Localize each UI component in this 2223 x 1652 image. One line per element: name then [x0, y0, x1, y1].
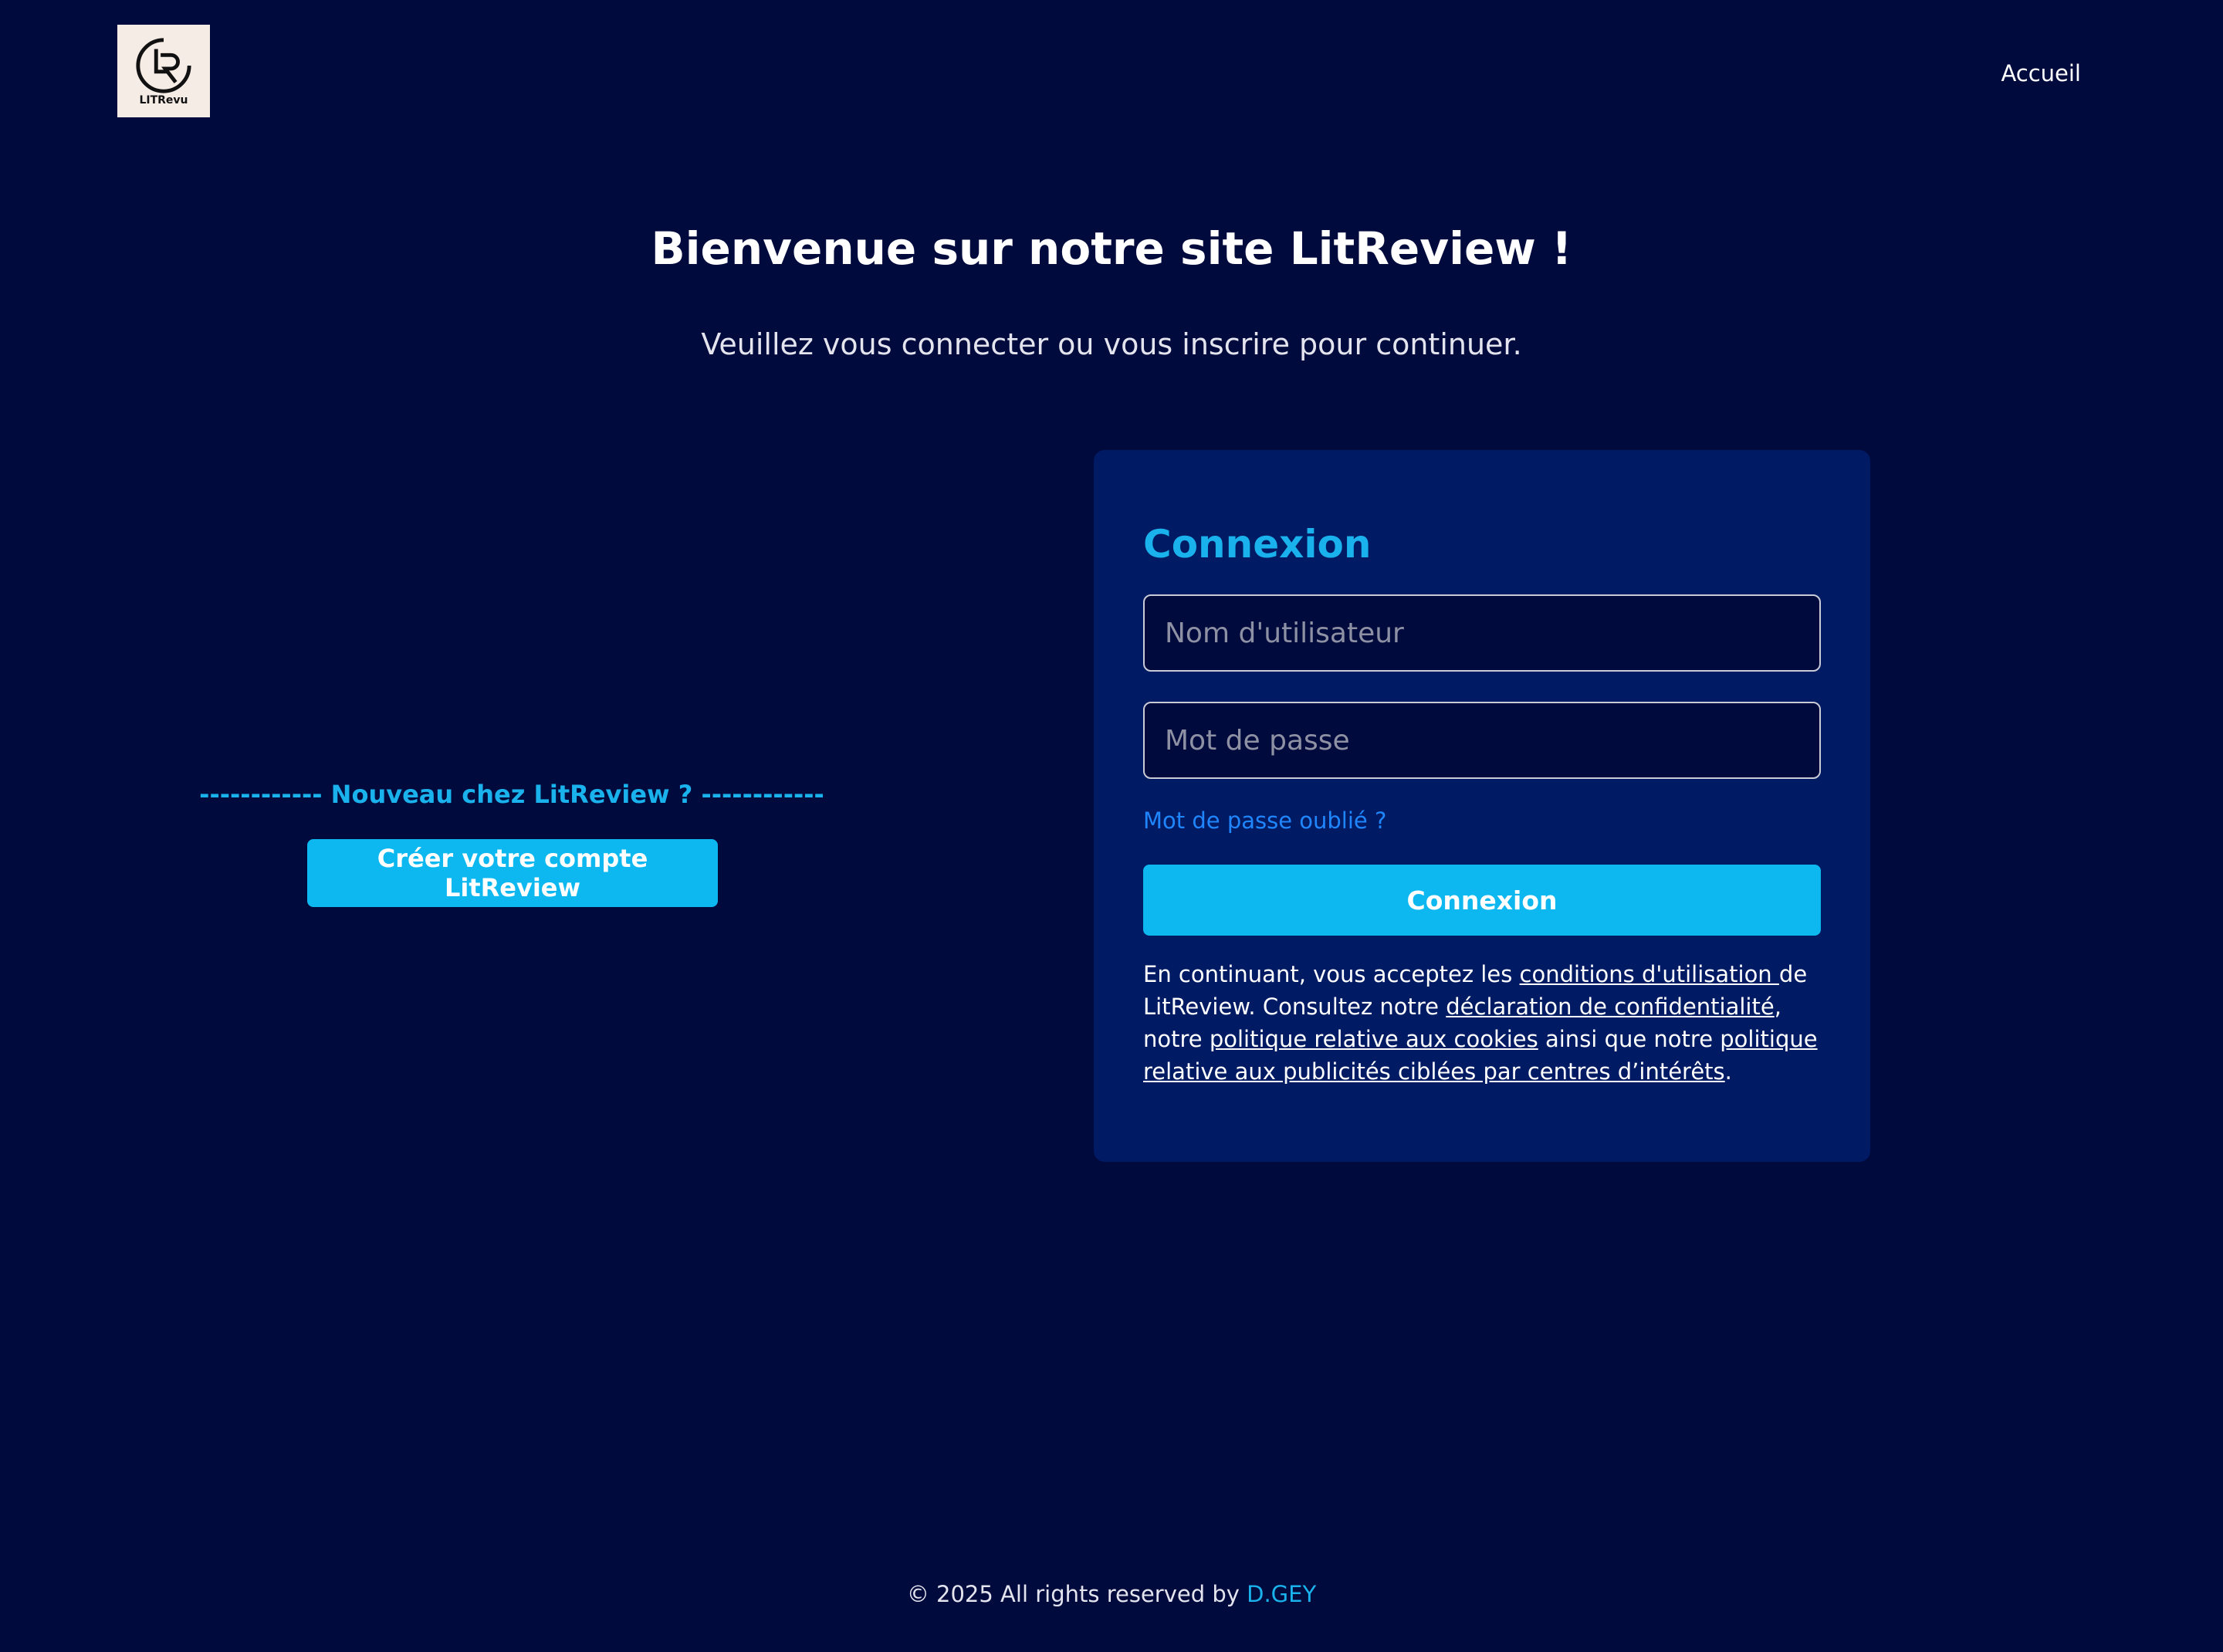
logo-text: LITRevu: [139, 94, 188, 107]
login-title: Connexion: [1143, 522, 1372, 567]
litrevu-logo[interactable]: LITRevu: [117, 25, 210, 117]
username-input[interactable]: [1143, 594, 1821, 672]
login-button[interactable]: Connexion: [1143, 865, 1821, 936]
page-title: Bienvenue sur notre site LitReview !: [651, 222, 1572, 275]
legal-text-part: .: [1724, 1058, 1732, 1085]
nav-home-link[interactable]: Accueil: [2001, 60, 2081, 86]
terms-link[interactable]: conditions d'utilisation: [1520, 961, 1779, 987]
legal-text-part: ainsi que notre: [1538, 1026, 1721, 1052]
litrevu-logo-icon: [136, 38, 191, 93]
password-input[interactable]: [1143, 702, 1821, 779]
signup-heading: ------------ Nouveau chez LitReview ? --…: [199, 780, 824, 809]
legal-text-part: En continuant, vous acceptez les: [1143, 961, 1520, 987]
forgot-password-link[interactable]: Mot de passe oublié ?: [1143, 807, 1386, 834]
page-subtitle: Veuillez vous connecter ou vous inscrire…: [701, 327, 1522, 361]
privacy-link[interactable]: déclaration de confidentialité: [1446, 994, 1774, 1020]
login-card: Connexion Mot de passe oublié ? Connexio…: [1094, 450, 1870, 1162]
legal-notice: En continuant, vous acceptez les conditi…: [1143, 958, 1822, 1088]
cookies-link[interactable]: politique relative aux cookies: [1210, 1026, 1538, 1052]
copyright-text: © 2025 All rights reserved by: [906, 1581, 1247, 1607]
site-footer: © 2025 All rights reserved by D.GEY: [0, 1581, 2223, 1607]
create-account-button[interactable]: Créer votre compte LitReview: [307, 839, 718, 907]
author-link[interactable]: D.GEY: [1247, 1581, 1316, 1607]
